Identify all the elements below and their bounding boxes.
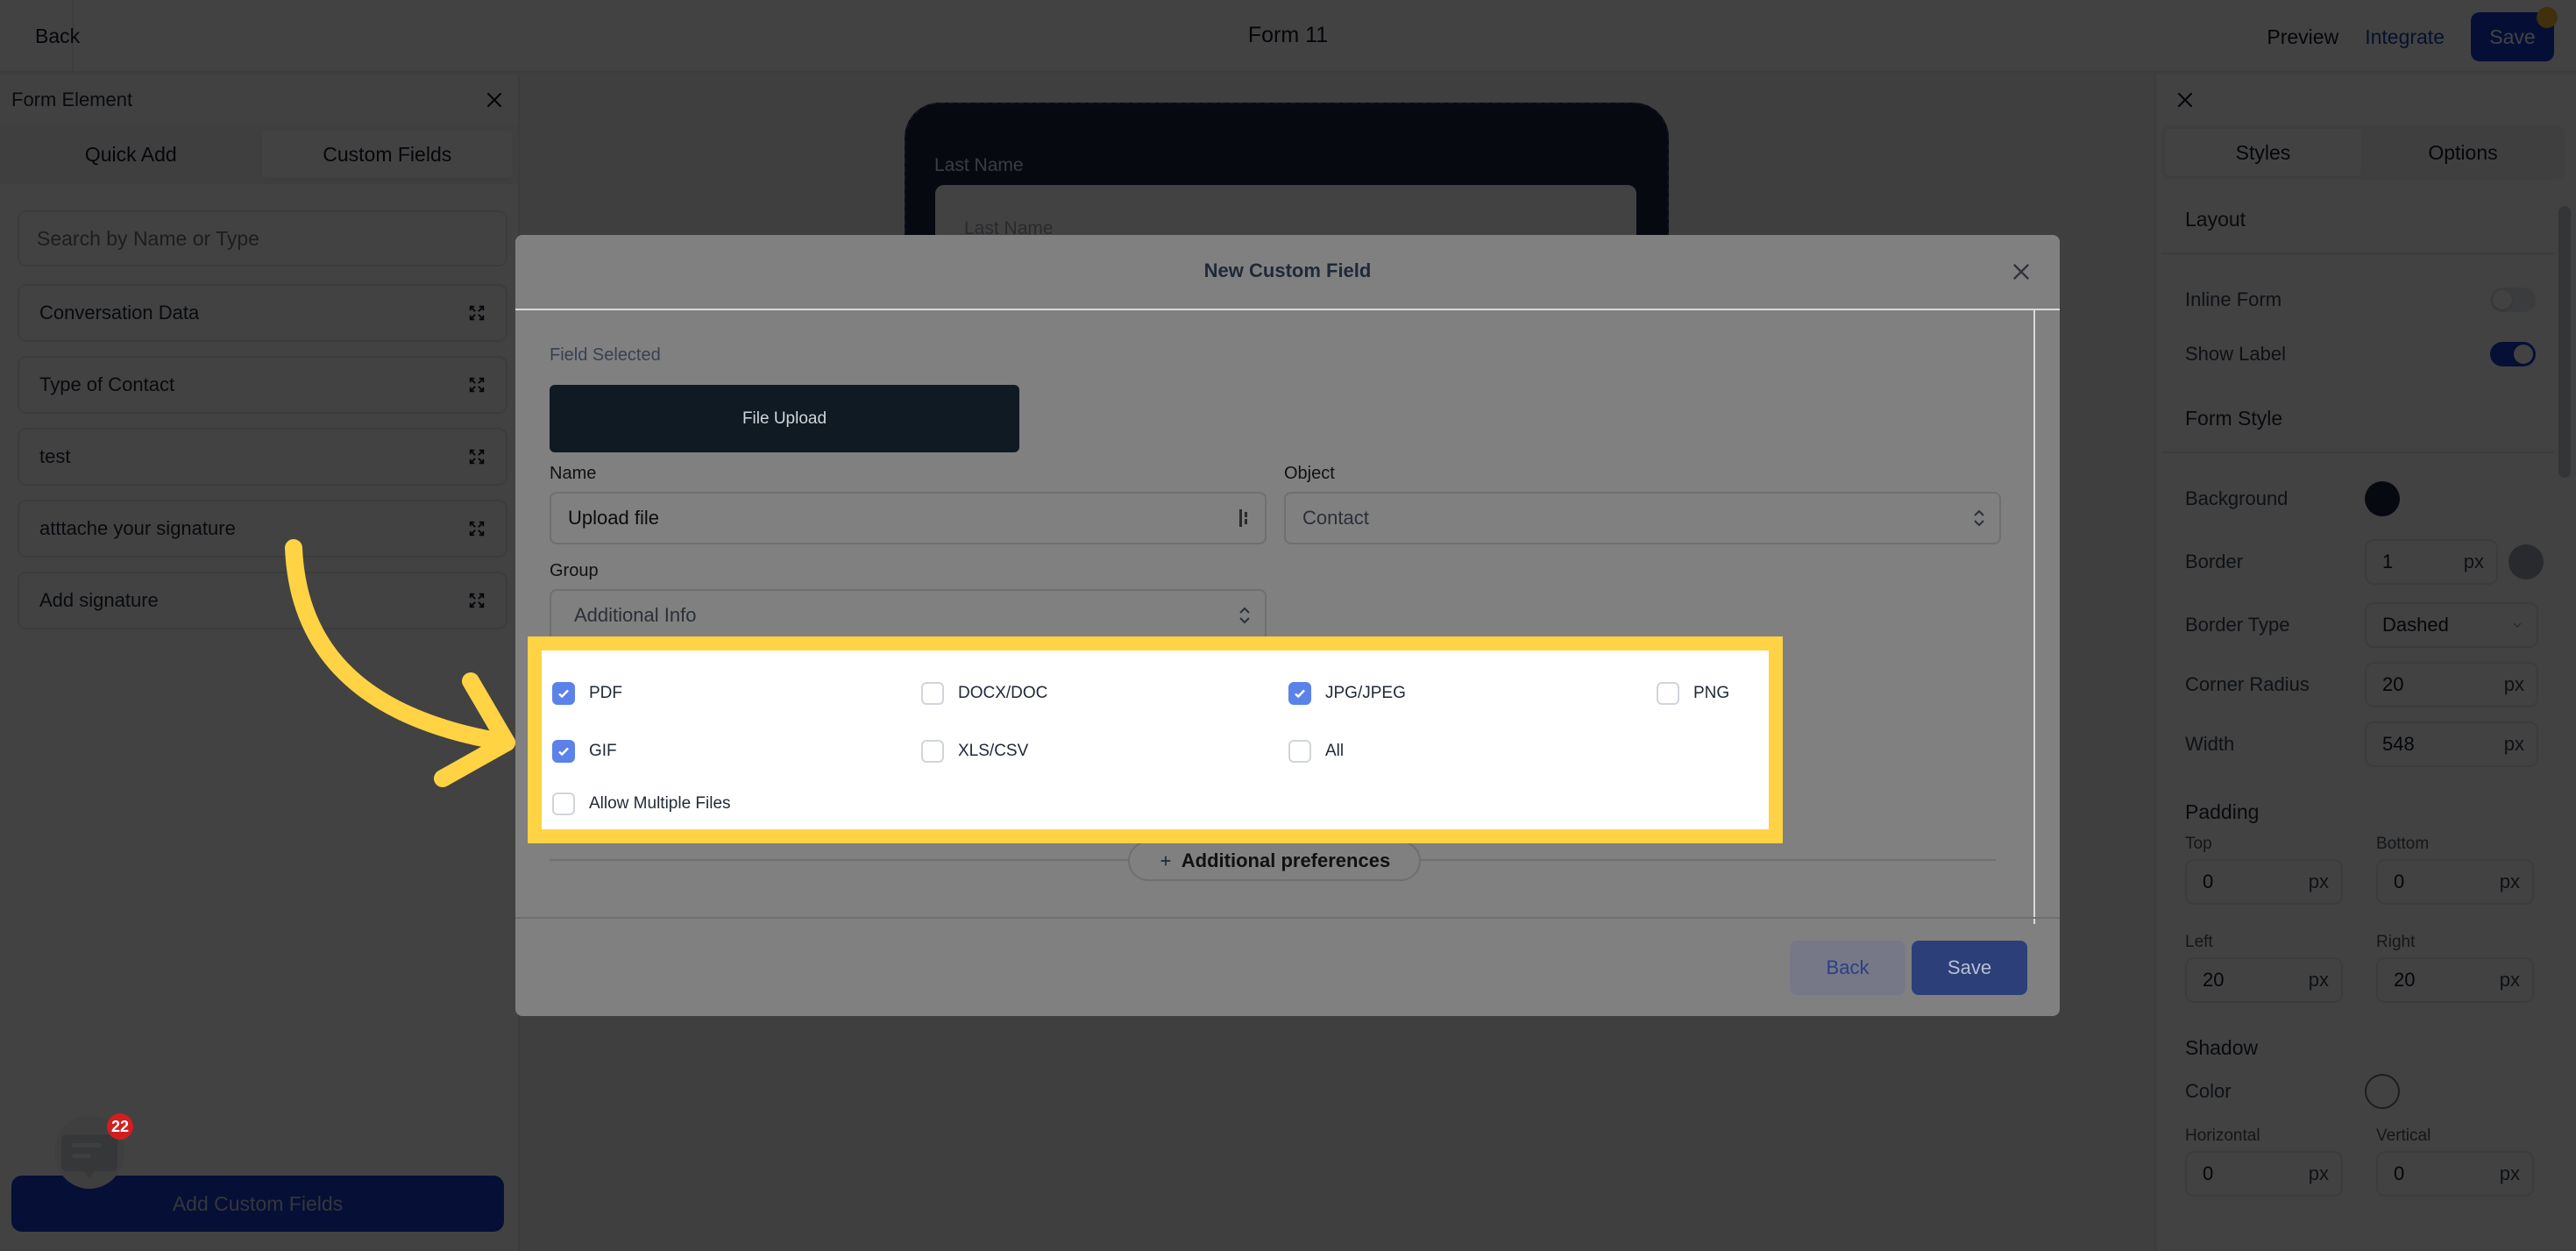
name-input[interactable]: Upload file (550, 492, 1267, 544)
checkbox-box (921, 740, 944, 763)
group-value: Additional Info (574, 604, 697, 626)
field-picker-icon[interactable] (1237, 507, 1253, 530)
checkbox-xls-csv[interactable]: XLS/CSV (921, 740, 1028, 763)
checkbox-label: XLS/CSV (958, 742, 1029, 760)
checkbox-jpg-jpeg[interactable]: JPG/JPEG (1288, 682, 1406, 705)
checkbox-box (921, 682, 944, 705)
checkbox-label: PNG (1693, 684, 1730, 702)
field-type-button[interactable]: File Upload (550, 385, 1019, 452)
checkbox-label: All (1325, 742, 1345, 760)
checkbox-box (552, 793, 575, 815)
checkbox-box (1657, 682, 1679, 705)
modal-header: New Custom Field (515, 235, 2060, 310)
checkbox-docx-doc[interactable]: DOCX/DOC (921, 682, 1047, 705)
checkbox-all[interactable]: All (1288, 740, 1344, 763)
checkbox-box (552, 682, 575, 705)
checkbox-allow-multiple-files[interactable]: Allow Multiple Files (552, 793, 731, 815)
file-type-options: PDF DOCX/DOC JPG/JPEG PNG GIF XLS/CSV Al… (542, 650, 1769, 829)
object-value: Contact (1302, 507, 1369, 529)
new-custom-field-modal: New Custom Field Field Selected File Upl… (515, 235, 2060, 1016)
checkbox-gif[interactable]: GIF (552, 740, 617, 763)
modal-title: New Custom Field (1203, 259, 1372, 281)
checkbox-pdf[interactable]: PDF (552, 682, 622, 705)
divider (515, 917, 2060, 919)
checkbox-box (1288, 682, 1311, 705)
checkbox-box (552, 740, 575, 763)
modal-save-button[interactable]: Save (1912, 941, 2027, 995)
group-label: Group (550, 561, 599, 580)
check-icon (558, 747, 569, 757)
modal-back-button[interactable]: Back (1790, 941, 1905, 995)
checkbox-label: Allow Multiple Files (589, 794, 731, 813)
additional-preferences-button[interactable]: Additional preferences (1128, 841, 1421, 881)
checkbox-box (1288, 740, 1311, 763)
object-select[interactable]: Contact (1284, 492, 2001, 544)
chevron-updown-icon (1239, 607, 1250, 624)
highlight-annotation-box: PDF DOCX/DOC JPG/JPEG PNG GIF XLS/CSV Al… (528, 636, 1783, 843)
checkbox-label: GIF (589, 742, 617, 760)
check-icon (558, 689, 569, 699)
object-label: Object (1284, 464, 1335, 483)
name-label: Name (550, 464, 597, 483)
checkbox-label: PDF (589, 684, 622, 702)
plus-icon (1160, 856, 1171, 866)
field-selected-label: Field Selected (550, 345, 661, 365)
chevron-updown-icon (1974, 509, 1984, 527)
check-icon (1295, 689, 1305, 699)
chat-unread-badge: 22 (107, 1113, 133, 1140)
close-icon[interactable] (2009, 259, 2033, 284)
checkbox-label: DOCX/DOC (958, 684, 1048, 702)
modal-scrollbar[interactable] (2033, 310, 2035, 924)
checkbox-label: JPG/JPEG (1325, 684, 1406, 702)
group-select[interactable]: Additional Info (550, 589, 1267, 642)
name-value: Upload file (568, 507, 659, 529)
checkbox-png[interactable]: PNG (1657, 682, 1729, 705)
additional-preferences-label: Additional preferences (1181, 849, 1391, 871)
